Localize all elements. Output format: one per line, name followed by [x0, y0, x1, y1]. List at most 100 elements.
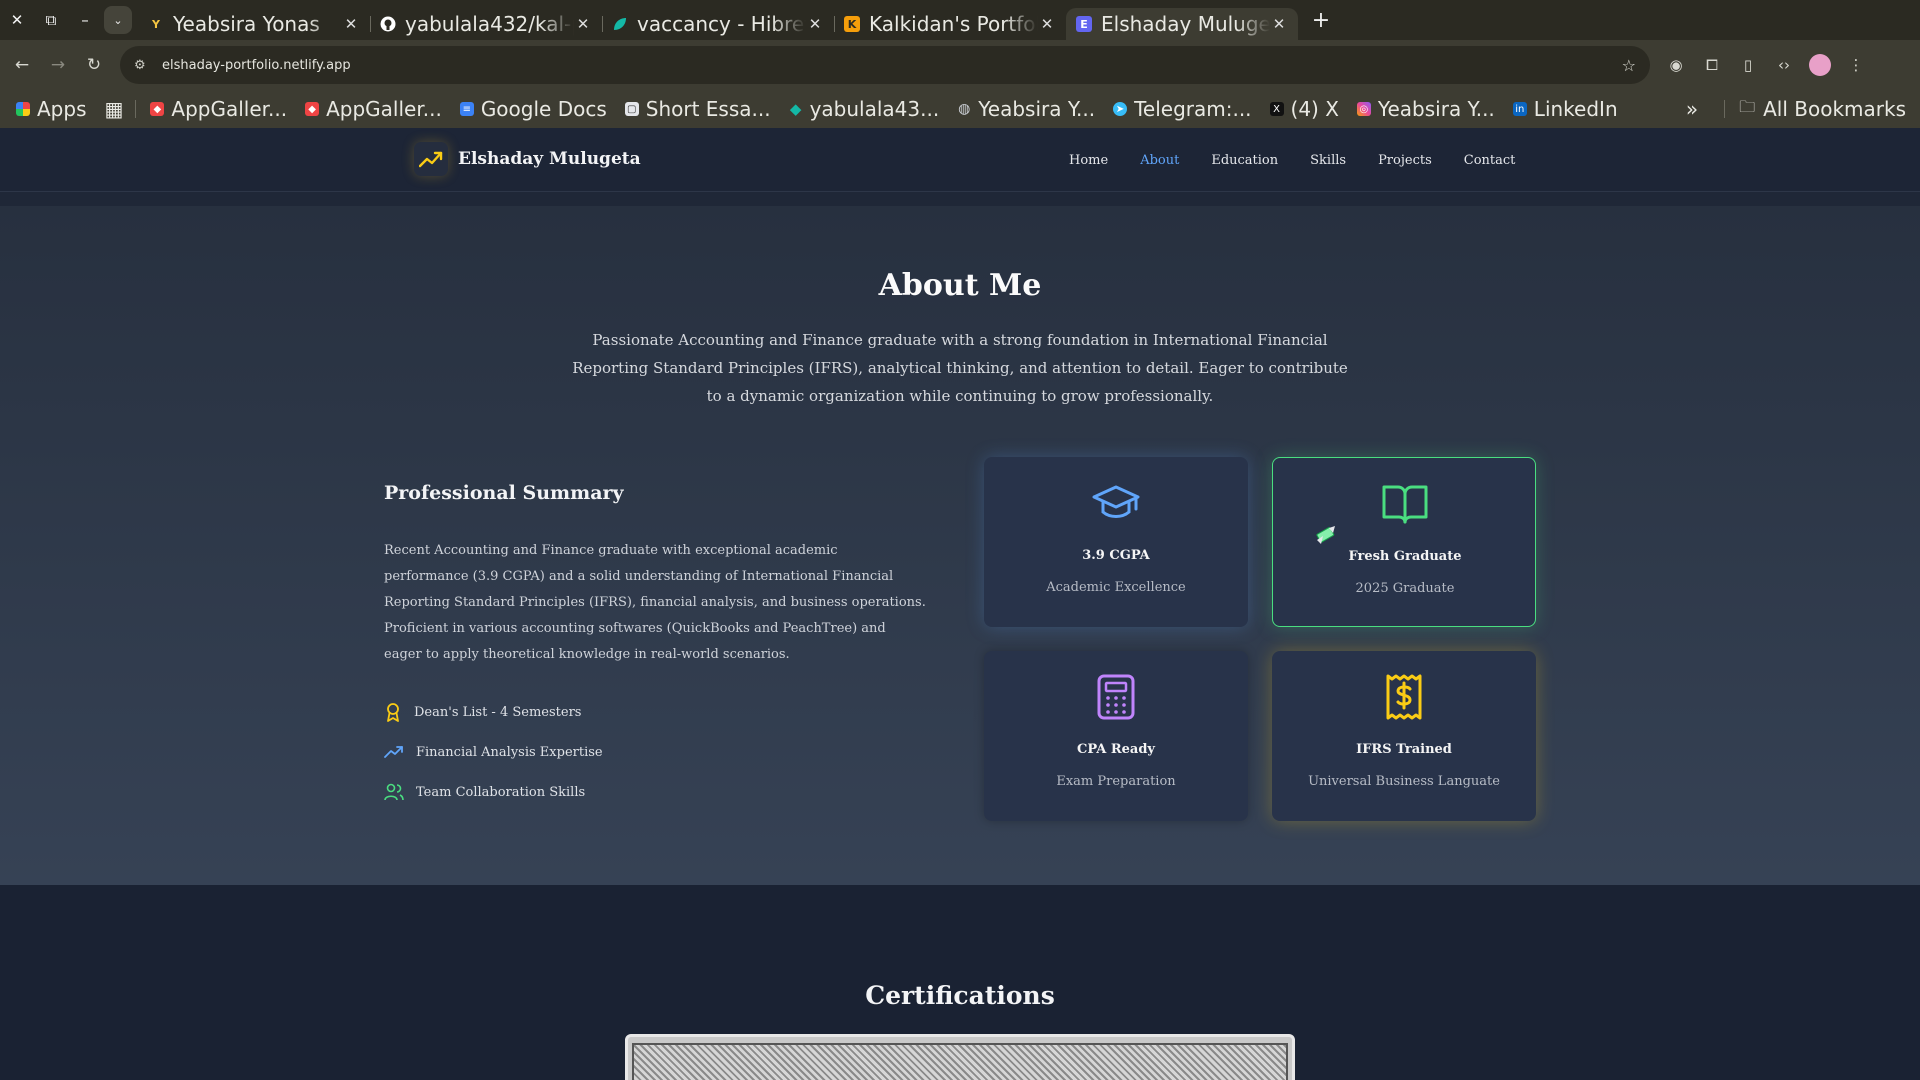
- bookmarks-divider: [135, 100, 137, 118]
- users-icon: [384, 783, 404, 801]
- bookmark-item[interactable]: ▢ Short Essa...: [624, 97, 771, 121]
- huawei-icon: ◆: [305, 102, 320, 116]
- summary-text: Recent Accounting and Finance graduate w…: [384, 543, 926, 662]
- nav-projects[interactable]: Projects: [1378, 153, 1432, 168]
- certifications-section: Certifications: [0, 885, 1920, 1080]
- browser-tab[interactable]: Y Yeabsira Yonas ✕: [138, 8, 371, 40]
- huawei-icon: ◆: [150, 102, 165, 116]
- bookmark-label: Apps: [37, 97, 87, 121]
- nav-skills[interactable]: Skills: [1310, 153, 1346, 168]
- bookmark-item[interactable]: ➤ Telegram:...: [1113, 97, 1252, 121]
- extensions-puzzle-icon[interactable]: ⧠: [1694, 56, 1730, 74]
- tab-favicon-icon: K: [844, 16, 860, 32]
- card-subtitle: 2025 Graduate: [1355, 581, 1455, 596]
- card-subtitle: Universal Business Languate: [1308, 774, 1500, 789]
- browser-toolbar: ← → ↻ ⚙ elshaday-portfolio.netlify.app ☆…: [0, 40, 1920, 90]
- tab-favicon-icon: Y: [152, 17, 160, 31]
- brand[interactable]: Elshaday Mulugeta: [414, 142, 641, 176]
- bookmark-apps[interactable]: Apps: [16, 97, 87, 121]
- reload-icon[interactable]: ↻: [76, 55, 112, 75]
- bookmarks-overflow-icon[interactable]: »: [1686, 97, 1698, 121]
- all-bookmarks-button[interactable]: All Bookmarks: [1763, 97, 1906, 121]
- x-icon: X: [1269, 102, 1284, 116]
- tab-title: Yeabsira Yonas: [173, 12, 320, 36]
- reading-mode-icon[interactable]: ▯: [1730, 56, 1766, 74]
- forward-arrow-icon[interactable]: →: [40, 55, 76, 75]
- bookmark-item[interactable]: in LinkedIn: [1512, 97, 1618, 121]
- site-header: Elshaday Mulugeta Home About Education S…: [0, 128, 1920, 192]
- bookmark-star-icon[interactable]: ☆: [1622, 56, 1636, 75]
- new-tab-icon[interactable]: +: [1304, 8, 1338, 33]
- bookmark-item[interactable]: ◎ Yeabsira Y...: [1356, 97, 1495, 121]
- nav-home[interactable]: Home: [1069, 153, 1108, 168]
- card-subtitle: Exam Preparation: [1056, 774, 1176, 789]
- award-icon: [387, 703, 399, 722]
- bookmarks-divider: [1724, 100, 1726, 118]
- browser-tab[interactable]: vaccancy - Hibret ✕: [602, 8, 835, 40]
- bookmark-label: Google Docs: [480, 97, 607, 121]
- profile-avatar[interactable]: [1809, 54, 1831, 76]
- tab-title: vaccancy - Hibret: [637, 12, 806, 36]
- tab-favicon-icon: E: [1076, 16, 1092, 32]
- instagram-icon: ◎: [1356, 102, 1371, 116]
- tab-close-icon[interactable]: ✕: [1038, 15, 1056, 33]
- code-view-icon[interactable]: ‹›: [1766, 56, 1802, 74]
- trending-up-icon: [384, 746, 403, 758]
- doc-icon: ▢: [624, 102, 639, 116]
- close-window-icon[interactable]: ✕: [0, 0, 34, 40]
- highlight-label: Financial Analysis Expertise: [416, 744, 603, 760]
- calculator-icon: [1097, 674, 1135, 720]
- certificate-image[interactable]: [625, 1034, 1295, 1080]
- bookmark-label: yabulala43...: [809, 97, 940, 121]
- about-intro: Passionate Accounting and Finance gradua…: [572, 331, 1348, 405]
- address-bar[interactable]: ⚙ elshaday-portfolio.netlify.app ☆: [120, 46, 1650, 84]
- bookmark-label: LinkedIn: [1533, 97, 1618, 121]
- browser-tab[interactable]: yabulala432/kal-portfolio ✕: [370, 8, 603, 40]
- bookmark-item[interactable]: ◍ Yeabsira Y...: [957, 97, 1095, 121]
- card-title: 3.9 CGPA: [1082, 548, 1150, 563]
- stat-card-cpa: CPA Ready Exam Preparation: [984, 651, 1248, 821]
- restore-window-icon[interactable]: ⧉: [34, 0, 68, 40]
- bookmark-item[interactable]: ≡ Google Docs: [459, 97, 607, 121]
- main-nav: Home About Education Skills Projects Con…: [1069, 128, 1547, 192]
- minimize-window-icon[interactable]: –: [68, 0, 102, 40]
- stat-card-ifrs: IFRS Trained Universal Business Languate: [1272, 651, 1536, 821]
- tab-groups-icon[interactable]: ▦: [105, 97, 124, 121]
- tab-title: Elshaday Mulugeta: [1101, 12, 1270, 36]
- browser-tab[interactable]: K Kalkidan's Portfolio ✕: [834, 8, 1066, 40]
- bookmark-label: (4) X: [1290, 97, 1339, 121]
- nav-about[interactable]: About: [1140, 153, 1179, 168]
- card-title: CPA Ready: [1077, 742, 1155, 757]
- bookmark-item[interactable]: ◆ yabulala43...: [789, 97, 940, 121]
- browser-tab-strip: ✕ ⧉ – ⌄ Y Yeabsira Yonas ✕ yabulala432/k…: [0, 0, 1920, 40]
- highlight-label: Dean's List - 4 Semesters: [414, 704, 582, 720]
- list-item: Team Collaboration Skills: [384, 772, 603, 812]
- nav-contact[interactable]: Contact: [1464, 153, 1516, 168]
- bookmark-item[interactable]: ◆ AppGaller...: [150, 97, 287, 121]
- tab-close-icon[interactable]: ✕: [342, 15, 360, 33]
- tab-search-chevron-icon[interactable]: ⌄: [104, 6, 132, 34]
- bookmarks-bar: Apps ▦ ◆ AppGaller... ◆ AppGaller... ≡ G…: [0, 90, 1920, 128]
- back-arrow-icon[interactable]: ←: [4, 55, 40, 75]
- extension-eyes-icon[interactable]: ◉: [1658, 56, 1694, 74]
- bookmark-label: Short Essa...: [645, 97, 771, 121]
- browser-tab-active[interactable]: E Elshaday Mulugeta ✕: [1066, 8, 1298, 40]
- tab-title: Kalkidan's Portfolio: [869, 12, 1038, 36]
- site-info-icon[interactable]: ⚙: [134, 58, 156, 73]
- apps-grid-icon: [16, 102, 30, 116]
- tab-close-icon[interactable]: ✕: [806, 15, 824, 33]
- list-item: Dean's List - 4 Semesters: [384, 692, 603, 732]
- summary-title: Professional Summary: [384, 482, 624, 504]
- menu-kebab-icon[interactable]: ⋮: [1838, 56, 1874, 74]
- tab-close-icon[interactable]: ✕: [574, 15, 592, 33]
- bookmark-item[interactable]: ◆ AppGaller...: [305, 97, 442, 121]
- bookmark-label: Yeabsira Y...: [1377, 97, 1495, 121]
- folder-icon: 🗀: [1739, 96, 1756, 116]
- card-subtitle: Academic Excellence: [1046, 580, 1186, 595]
- address-bar-url[interactable]: elshaday-portfolio.netlify.app: [162, 58, 1622, 73]
- globe-icon: ◍: [958, 101, 971, 117]
- bookmark-item[interactable]: X (4) X: [1269, 97, 1339, 121]
- nav-education[interactable]: Education: [1211, 153, 1278, 168]
- open-book-icon: [1382, 485, 1428, 524]
- tab-close-icon[interactable]: ✕: [1270, 15, 1288, 33]
